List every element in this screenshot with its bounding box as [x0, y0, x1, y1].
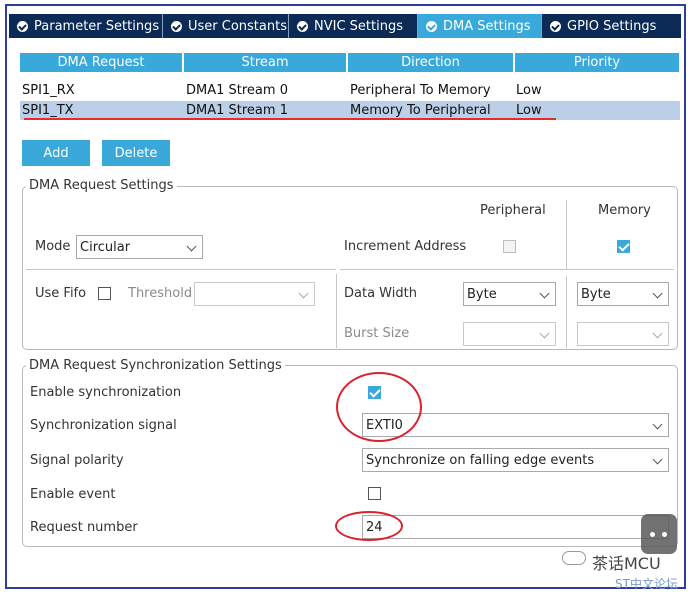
- increment-address-label: Increment Address: [344, 239, 467, 254]
- column-header-direction[interactable]: Direction: [348, 53, 515, 72]
- mode-label: Mode: [35, 239, 71, 254]
- chevron-down-icon: [186, 241, 197, 252]
- enable-sync-label: Enable synchronization: [30, 385, 182, 400]
- tab-user-constants[interactable]: User Constants: [163, 14, 289, 38]
- enable-event-checkbox[interactable]: [368, 487, 381, 500]
- column-header-stream[interactable]: Stream: [184, 53, 348, 72]
- tab-parameter-settings[interactable]: Parameter Settings: [9, 14, 163, 38]
- tab-bar: Parameter Settings User Constants NVIC S…: [9, 14, 681, 38]
- cell-dma-request: SPI1_RX: [22, 83, 75, 98]
- delete-button[interactable]: Delete: [102, 140, 170, 166]
- chevron-down-icon: [539, 328, 550, 339]
- chevron-down-icon: [652, 454, 663, 465]
- peripheral-data-width-select[interactable]: Byte: [463, 282, 556, 306]
- tab-dma-settings[interactable]: DMA Settings: [418, 14, 542, 38]
- use-fifo-checkbox[interactable]: [98, 287, 111, 300]
- red-underline-annotation: [24, 118, 556, 120]
- wechat-logo-icon: [562, 551, 586, 565]
- sync-signal-label: Synchronization signal: [30, 418, 177, 433]
- peripheral-data-width-value: Byte: [467, 286, 497, 302]
- add-button[interactable]: Add: [22, 140, 90, 166]
- dma-table-header: DMA Request Stream Direction Priority: [20, 53, 679, 72]
- red-circle-annotation: [335, 511, 403, 541]
- chevron-down-icon: [298, 288, 309, 299]
- peripheral-burst-size-select[interactable]: [463, 322, 556, 346]
- threshold-select[interactable]: [194, 282, 315, 306]
- group-title: DMA Request Synchronization Settings: [26, 358, 285, 373]
- cell-priority: Low: [516, 83, 542, 98]
- request-number-input[interactable]: 24: [362, 515, 669, 539]
- divider: [566, 200, 567, 270]
- tab-nvic-settings[interactable]: NVIC Settings: [289, 14, 418, 38]
- tab-label: DMA Settings: [443, 18, 531, 34]
- tab-label: NVIC Settings: [314, 18, 403, 34]
- chevron-down-icon: [652, 328, 663, 339]
- memory-data-width-select[interactable]: Byte: [577, 282, 669, 306]
- column-header-dma-request[interactable]: DMA Request: [20, 53, 184, 72]
- memory-burst-size-select[interactable]: [577, 322, 669, 346]
- watermark-forum: ST中文论坛: [615, 577, 678, 591]
- check-circle-icon: [550, 20, 561, 32]
- threshold-label: Threshold: [128, 286, 193, 301]
- tab-gpio-settings[interactable]: GPIO Settings: [542, 14, 664, 38]
- check-circle-icon: [17, 20, 28, 32]
- mode-select[interactable]: Circular: [76, 235, 203, 259]
- memory-increment-checkbox[interactable]: [617, 240, 630, 253]
- cell-direction: Peripheral To Memory: [350, 83, 491, 98]
- check-circle-icon: [426, 20, 437, 32]
- chat-bubble-icon: [641, 514, 677, 554]
- column-header-priority[interactable]: Priority: [515, 53, 679, 72]
- watermark-brand: 茶话MCU: [592, 554, 661, 573]
- signal-polarity-select[interactable]: Synchronize on falling edge events: [362, 448, 669, 472]
- chevron-down-icon: [539, 288, 550, 299]
- divider: [26, 269, 336, 270]
- data-width-label: Data Width: [344, 286, 417, 301]
- table-row[interactable]: SPI1_RX DMA1 Stream 0 Peripheral To Memo…: [20, 81, 680, 100]
- peripheral-increment-checkbox[interactable]: [503, 240, 516, 253]
- check-circle-icon: [171, 20, 182, 32]
- divider: [340, 269, 674, 270]
- check-circle-icon: [297, 20, 308, 32]
- chevron-down-icon: [652, 288, 663, 299]
- burst-size-label: Burst Size: [344, 326, 410, 341]
- divider: [336, 274, 337, 348]
- group-title: DMA Request Settings: [26, 178, 177, 193]
- red-circle-annotation: [336, 372, 422, 442]
- mode-select-value: Circular: [80, 239, 131, 255]
- memory-column-header: Memory: [598, 203, 651, 218]
- request-number-label: Request number: [30, 520, 138, 535]
- chevron-down-icon: [652, 419, 663, 430]
- peripheral-column-header: Peripheral: [480, 203, 546, 218]
- tab-label: User Constants: [188, 18, 287, 34]
- use-fifo-label: Use Fifo: [35, 286, 87, 301]
- memory-data-width-value: Byte: [581, 286, 611, 302]
- signal-polarity-label: Signal polarity: [30, 453, 124, 468]
- tab-label: GPIO Settings: [567, 18, 657, 34]
- tab-label: Parameter Settings: [34, 18, 160, 34]
- enable-event-label: Enable event: [30, 487, 116, 502]
- signal-polarity-value: Synchronize on falling edge events: [366, 452, 595, 468]
- divider: [566, 276, 567, 348]
- cell-stream: DMA1 Stream 0: [186, 83, 288, 98]
